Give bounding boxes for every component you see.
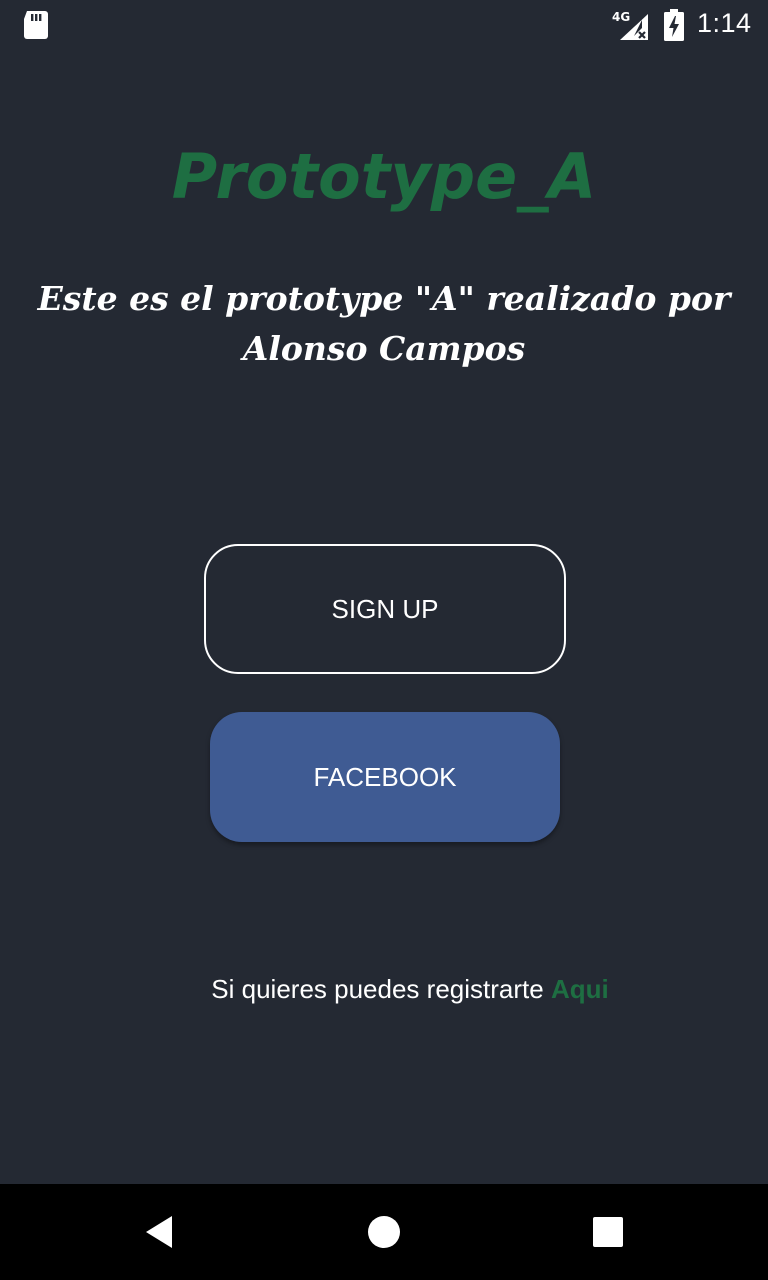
- screen: 4G 1:14 Prototype_A Este es el prototype…: [0, 0, 768, 1280]
- facebook-button[interactable]: FACEBOOK: [210, 712, 560, 842]
- back-icon[interactable]: [140, 1212, 180, 1252]
- register-link[interactable]: Aqui: [551, 974, 609, 1004]
- home-icon[interactable]: [364, 1212, 404, 1252]
- status-bar: 4G 1:14: [0, 0, 768, 50]
- subtitle: Este es el prototype "A" realizado por A…: [37, 279, 731, 368]
- register-text: Si quieres puedes registrarte: [211, 974, 544, 1004]
- signal-4g-no-data-icon: 4G: [612, 10, 648, 40]
- sign-up-button[interactable]: SIGN UP: [204, 544, 566, 674]
- facebook-label: FACEBOOK: [313, 761, 457, 792]
- sign-up-label: SIGN UP: [331, 593, 439, 624]
- sd-card-icon: [24, 11, 48, 39]
- recents-icon[interactable]: [588, 1212, 628, 1252]
- navigation-bar: [0, 1184, 768, 1280]
- status-time: 1:14: [697, 8, 752, 38]
- battery-charging-icon: [664, 9, 684, 41]
- app-title: Prototype_A: [171, 140, 597, 213]
- network-type-label: 4G: [612, 10, 630, 24]
- register-prompt: Si quieres puedes registrarte Aqui: [0, 974, 768, 1005]
